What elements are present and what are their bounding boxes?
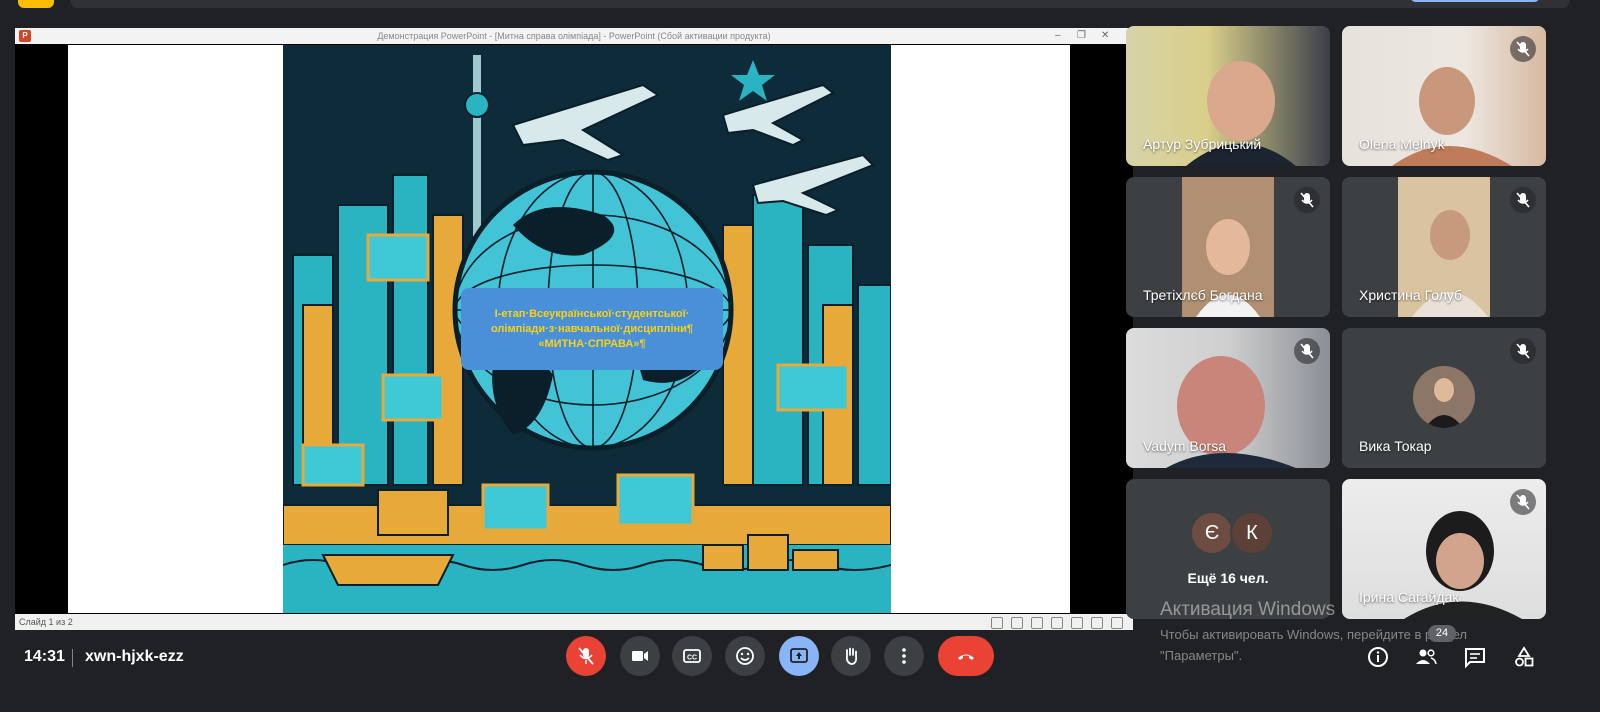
top-address-bar[interactable] [70,0,1570,8]
activities-icon [1515,646,1534,667]
slideshow-icon[interactable] [1111,617,1123,629]
captions-button[interactable]: CC [672,636,712,676]
mic-off-icon [1510,187,1536,213]
participant-name: Третіхлєб Богдана [1143,287,1263,303]
participant-initial: Є [1190,511,1234,555]
participant-tile[interactable]: Vadym Borsa [1126,328,1330,468]
top-action-button[interactable] [1410,0,1540,2]
present-screen-icon [790,648,808,663]
participant-name: Артур Зубрицький [1143,136,1262,152]
participant-name: Христина Голуб [1359,287,1463,303]
more-participants-label: Ещё 16 чел. [1187,570,1269,586]
top-bar [0,0,1600,14]
meeting-time: 14:31 [24,648,65,665]
mic-off-icon [1294,187,1320,213]
presentation-window: P Демонстрация PowerPoint - [Митна справ… [15,28,1133,630]
hang-up-icon [958,654,974,660]
people-button[interactable] [1414,645,1438,669]
normal-view-icon[interactable] [1051,617,1063,629]
pause-icon[interactable] [1011,617,1023,629]
hand-icon [845,647,858,665]
top-yellow-tab[interactable] [18,0,54,8]
powerpoint-icon: P [19,30,31,42]
windows-activation-title: Активация Windows [1160,599,1336,620]
camera-icon [632,651,648,661]
leave-call-button[interactable] [938,636,994,676]
mic-off-icon [578,647,594,665]
reading-view-icon[interactable] [1091,617,1103,629]
chat-button[interactable] [1463,645,1487,669]
people-icon [1416,649,1437,665]
camera-toggle-button[interactable] [620,636,660,676]
minimize-icon[interactable]: – [1055,28,1061,44]
presentation-status-bar: Слайд 1 из 2 [15,614,1133,630]
restore-icon[interactable]: ❐ [1077,28,1086,44]
emoji-icon [736,647,754,665]
slide-counter: Слайд 1 из 2 [19,617,73,627]
slide-title-line-2: олімпіади·з·навчальної·дисципліни¶ [490,322,694,335]
participant-tile[interactable]: Вика Токар [1342,328,1546,468]
activities-button[interactable] [1512,645,1536,669]
mic-off-icon [1510,338,1536,364]
slide-title-box: І-етап·Всеукраїнської·студентської· олім… [461,288,723,370]
more-vert-icon [902,648,906,664]
avatar [1413,366,1475,428]
slide-title-line-3: «МИТНА·СПРАВА»¶ [538,337,646,350]
participant-tile[interactable]: Ірина Сагайдак [1342,479,1546,619]
slide-title-line-1: І-етап·Всеукраїнської·студентської· [494,307,690,320]
present-screen-button[interactable] [779,636,819,676]
participant-name: Vadym Borsa [1143,438,1226,454]
slide-illustration: І-етап·Всеукраїнської·студентської· олім… [283,45,891,613]
participant-name: Ірина Сагайдак [1359,589,1459,605]
mic-off-icon [1294,338,1320,364]
raise-hand-button[interactable] [831,636,871,676]
presentation-title-bar: P Демонстрация PowerPoint - [Митна справ… [15,28,1133,44]
participant-name: Вика Токар [1359,438,1432,454]
meeting-info-button[interactable] [1366,645,1390,669]
participant-tile[interactable]: Христина Голуб [1342,177,1546,317]
more-options-button[interactable] [884,636,924,676]
close-icon[interactable]: ✕ [1101,28,1109,44]
mic-off-icon [1510,36,1536,62]
more-participants-tile[interactable]: Є К Ещё 16 чел. [1126,479,1330,619]
participant-initial: К [1230,511,1274,555]
participants-count-badge: 24 [1428,625,1456,642]
mic-toggle-button[interactable] [566,636,606,676]
slide-sorter-icon[interactable] [1071,617,1083,629]
chat-icon [1465,648,1485,669]
mic-off-icon [1510,489,1536,515]
meeting-code: xwn-hjxk-ezz [85,648,184,665]
info-icon [1368,647,1388,667]
divider [72,649,73,667]
participant-tile[interactable]: Третіхлєб Богдана [1126,177,1330,317]
next-slide-icon[interactable] [1031,617,1043,629]
presentation-window-title: Демонстрация PowerPoint - [Митна справа … [377,31,771,41]
participant-name: Olena Melnyk [1359,136,1445,152]
reactions-button[interactable] [725,636,765,676]
avatar-image [1413,366,1475,428]
participant-tile[interactable]: Артур Зубрицький [1126,26,1330,166]
svg-text:CC: CC [687,655,697,662]
closed-captions-icon: CC [683,649,701,663]
participant-tile[interactable]: Olena Melnyk [1342,26,1546,166]
prev-slide-icon[interactable] [991,617,1003,629]
